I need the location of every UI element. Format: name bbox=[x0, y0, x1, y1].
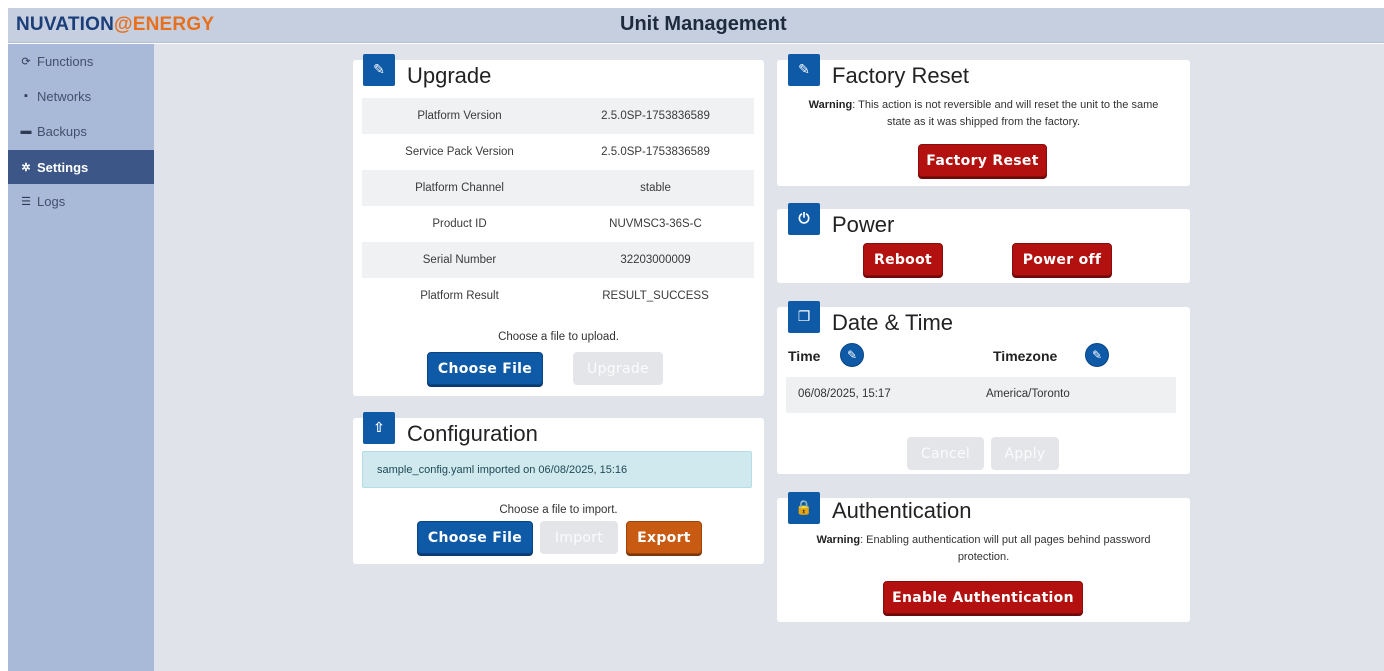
warning-text-line1: : This action is not reversible and will… bbox=[852, 99, 1159, 111]
reboot-button[interactable]: Reboot bbox=[863, 243, 943, 276]
warning-label: Warning bbox=[808, 99, 853, 111]
upgrade-info-table: Platform Version 2.5.0SP-1753836589 Serv… bbox=[362, 98, 754, 314]
lock-icon: 🔒 bbox=[788, 492, 820, 524]
apply-button[interactable]: Apply bbox=[991, 437, 1059, 470]
power-icon: ⏻ bbox=[788, 203, 820, 235]
import-status-alert: sample_config.yaml imported on 06/08/202… bbox=[362, 451, 752, 488]
row-value: 2.5.0SP-1753836589 bbox=[601, 110, 710, 122]
table-row: Service Pack Version 2.5.0SP-1753836589 bbox=[362, 134, 754, 170]
sidebar: ⟳ Functions ▪ Networks ▬ Backups ✲ Setti… bbox=[8, 44, 154, 671]
warning-label: Warning bbox=[816, 534, 861, 546]
row-value: RESULT_SUCCESS bbox=[602, 290, 709, 302]
row-key: Serial Number bbox=[422, 254, 497, 266]
sidebar-item-logs[interactable]: ☰ Logs bbox=[8, 184, 154, 218]
nuvation-energy-logo: NUVATION@ENERGY bbox=[16, 14, 214, 36]
sidebar-item-label: Logs bbox=[37, 193, 66, 209]
upgrade-card: ✎ Upgrade Platform Version 2.5.0SP-17538… bbox=[353, 54, 764, 396]
export-button[interactable]: Export bbox=[626, 521, 702, 554]
sidebar-item-label: Settings bbox=[37, 159, 89, 175]
factory-reset-warning: Warning: This action is not reversible a… bbox=[777, 97, 1190, 131]
top-bar: NUVATION@ENERGY Unit Management bbox=[8, 8, 1384, 43]
choose-file-button[interactable]: Choose File bbox=[427, 352, 543, 385]
factory-reset-button[interactable]: Factory Reset bbox=[918, 144, 1047, 177]
network-icon: ▪ bbox=[24, 90, 28, 102]
import-hint: Choose a file to import. bbox=[499, 504, 618, 516]
logo-text-energy: ENERGY bbox=[132, 14, 215, 35]
timezone-value: America/Toronto bbox=[986, 388, 1070, 400]
authentication-card: 🔒 Authentication Warning: Enabling authe… bbox=[777, 492, 1190, 622]
warning-text-line2: protection. bbox=[957, 551, 1010, 563]
date-time-title: Date & Time bbox=[832, 310, 954, 335]
list-icon: ☰ bbox=[21, 195, 31, 208]
wrench-icon: ✎ bbox=[788, 54, 820, 86]
configuration-title: Configuration bbox=[407, 421, 538, 446]
row-value: NUVMSC3-36S-C bbox=[609, 218, 702, 230]
warning-text-line1: : Enabling authentication will put all p… bbox=[860, 534, 1151, 546]
sidebar-item-label: Networks bbox=[37, 88, 92, 104]
time-value: 06/08/2025, 15:17 bbox=[798, 388, 891, 400]
import-button[interactable]: Import bbox=[540, 521, 618, 554]
sidebar-item-settings[interactable]: ✲ Settings bbox=[8, 150, 154, 184]
table-row: Platform Result RESULT_SUCCESS bbox=[362, 278, 754, 314]
row-value: 32203000009 bbox=[620, 254, 691, 266]
table-row: Platform Channel stable bbox=[362, 170, 754, 206]
logo-at-symbol: @ bbox=[114, 14, 133, 35]
upload-hint: Choose a file to upload. bbox=[498, 331, 619, 343]
configuration-card: ⇧ Configuration sample_config.yaml impor… bbox=[353, 412, 764, 564]
edit-timezone-icon[interactable]: ✎ bbox=[1085, 343, 1109, 367]
upload-icon: ⇧ bbox=[363, 412, 395, 444]
sidebar-item-backups[interactable]: ▬ Backups bbox=[8, 114, 154, 148]
row-key: Product ID bbox=[432, 218, 487, 230]
sidebar-item-networks[interactable]: ▪ Networks bbox=[8, 79, 154, 113]
power-card: ⏻ Power Reboot Power off bbox=[777, 203, 1190, 283]
authentication-title: Authentication bbox=[832, 498, 972, 523]
power-off-button[interactable]: Power off bbox=[1012, 243, 1112, 276]
sidebar-item-label: Functions bbox=[37, 53, 94, 69]
sidebar-item-functions[interactable]: ⟳ Functions bbox=[8, 44, 154, 78]
time-label: Time bbox=[788, 348, 821, 364]
enable-authentication-button[interactable]: Enable Authentication bbox=[883, 581, 1083, 614]
row-key: Platform Result bbox=[420, 290, 499, 302]
date-time-card: ❐ Date & Time Time ✎ Timezone ✎ 06/08/20… bbox=[777, 301, 1190, 474]
page-title: Unit Management bbox=[620, 13, 787, 35]
row-key: Platform Version bbox=[417, 110, 502, 122]
table-row: Product ID NUVMSC3-36S-C bbox=[362, 206, 754, 242]
clipboard-icon: ❐ bbox=[788, 301, 820, 333]
factory-reset-card: ✎ Factory Reset Warning: This action is … bbox=[777, 54, 1190, 186]
row-key: Platform Channel bbox=[415, 182, 504, 194]
upgrade-title: Upgrade bbox=[407, 63, 492, 88]
edit-time-icon[interactable]: ✎ bbox=[840, 343, 864, 367]
upgrade-button[interactable]: Upgrade bbox=[573, 352, 663, 385]
cancel-button[interactable]: Cancel bbox=[907, 437, 984, 470]
row-key: Service Pack Version bbox=[405, 146, 514, 158]
table-row: Platform Version 2.5.0SP-1753836589 bbox=[362, 98, 754, 134]
refresh-icon: ⟳ bbox=[21, 55, 31, 68]
choose-config-file-button[interactable]: Choose File bbox=[417, 521, 533, 554]
power-title: Power bbox=[832, 212, 895, 237]
row-value: stable bbox=[640, 182, 671, 194]
authentication-warning: Warning: Enabling authentication will pu… bbox=[777, 532, 1190, 566]
date-time-row: 06/08/2025, 15:17 America/Toronto bbox=[786, 377, 1176, 413]
sidebar-item-label: Backups bbox=[37, 123, 87, 139]
warning-text-line2: state as it was shipped from the factory… bbox=[887, 116, 1080, 128]
timezone-label: Timezone bbox=[993, 348, 1058, 364]
factory-reset-title: Factory Reset bbox=[832, 63, 969, 88]
main-content: ✎ Upgrade Platform Version 2.5.0SP-17538… bbox=[154, 44, 1384, 671]
row-value: 2.5.0SP-1753836589 bbox=[601, 146, 710, 158]
table-row: Serial Number 32203000009 bbox=[362, 242, 754, 278]
logo-text-nuvation: NUVATION bbox=[16, 14, 115, 35]
wrench-icon: ✎ bbox=[363, 54, 395, 86]
hdd-icon: ▬ bbox=[20, 125, 32, 137]
gear-icon: ✲ bbox=[21, 161, 31, 174]
